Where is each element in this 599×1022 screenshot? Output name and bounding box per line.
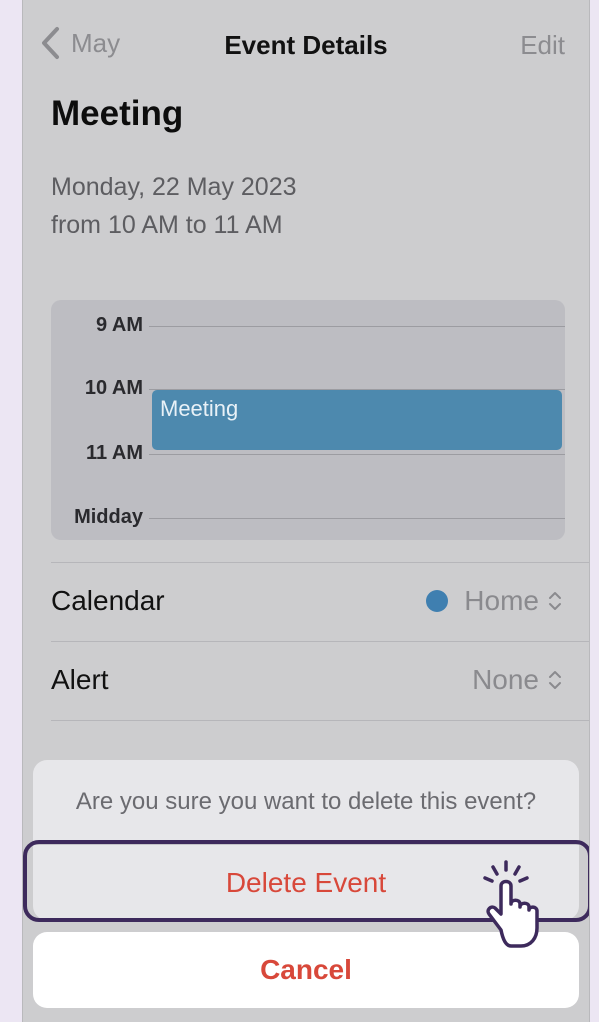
action-sheet-message: Are you sure you want to delete this eve… bbox=[75, 788, 537, 815]
phone-screen: May Event Details Edit Meeting Monday, 2… bbox=[22, 0, 590, 1022]
hour-line bbox=[149, 518, 565, 519]
hour-row: 9 AM bbox=[51, 314, 565, 344]
hour-label: Midday bbox=[74, 506, 143, 528]
hour-label: 10 AM bbox=[84, 377, 143, 399]
event-block[interactable]: Meeting bbox=[152, 390, 562, 450]
calendar-value[interactable]: Home bbox=[426, 585, 563, 617]
event-time-line: from 10 AM to 11 AM bbox=[51, 211, 283, 239]
calendar-color-dot bbox=[426, 590, 449, 612]
calendar-value-text: Home bbox=[464, 585, 539, 616]
hour-label: 9 AM bbox=[95, 314, 143, 336]
edit-button[interactable]: Edit bbox=[520, 30, 565, 61]
calendar-label: Calendar bbox=[51, 585, 165, 616]
hour-row: Midday bbox=[51, 506, 565, 536]
event-title: Meeting bbox=[51, 94, 184, 133]
chevron-up-down-icon bbox=[549, 592, 561, 610]
tap-hand-icon bbox=[483, 860, 539, 948]
alert-value[interactable]: None bbox=[472, 664, 563, 696]
chevron-up-down-icon bbox=[549, 671, 561, 689]
hour-line bbox=[149, 326, 565, 327]
alert-row[interactable]: Alert None bbox=[51, 641, 589, 721]
navigation-bar: May Event Details Edit bbox=[23, 0, 589, 92]
alert-label: Alert bbox=[51, 664, 109, 695]
event-date-line: Monday, 22 May 2023 bbox=[51, 173, 297, 201]
alert-value-text: None bbox=[472, 664, 539, 695]
event-block-label: Meeting bbox=[160, 396, 239, 421]
event-date: Monday, 22 May 2023 from 10 AM to 11 AM bbox=[51, 168, 297, 244]
day-view: 9 AM 10 AM 11 AM Midday Meeting bbox=[51, 300, 565, 540]
hour-label: 11 AM bbox=[85, 442, 143, 464]
calendar-row[interactable]: Calendar Home bbox=[51, 562, 589, 641]
hour-line bbox=[149, 454, 565, 455]
nav-title: Event Details bbox=[224, 30, 388, 60]
